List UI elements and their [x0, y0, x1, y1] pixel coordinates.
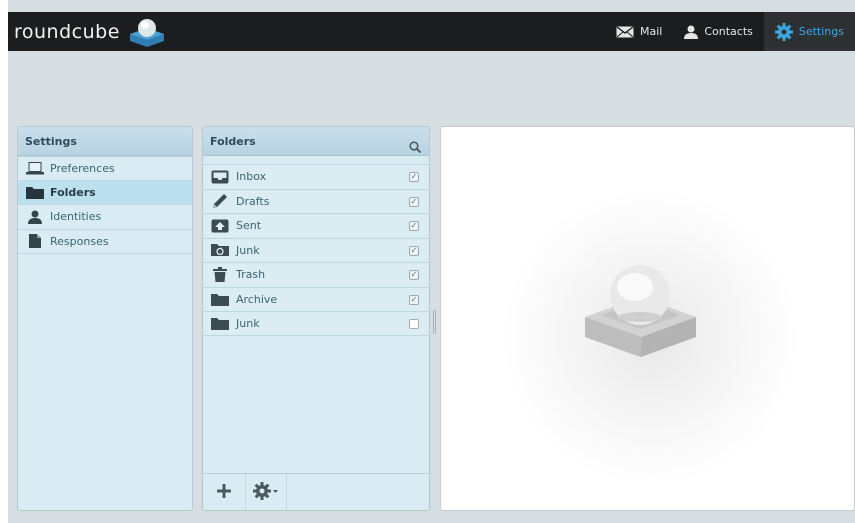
folder-label: Archive	[236, 292, 278, 306]
task-settings[interactable]: Settings	[763, 12, 855, 51]
task-mail[interactable]: Mail	[605, 12, 673, 51]
sent-icon	[211, 219, 229, 233]
folder-label: Drafts	[236, 194, 270, 208]
settings-list: Preferences Folders Identities Responses	[18, 156, 192, 254]
plus-icon	[217, 483, 231, 501]
document-icon	[26, 234, 44, 249]
folder-label: Inbox	[236, 170, 267, 184]
top-bar: roundcube Mail Contacts Settings	[8, 12, 855, 51]
folder-row-junk-2[interactable]: Junk	[203, 311, 429, 336]
search-icon[interactable]	[409, 135, 422, 154]
folder-row-sent[interactable]: Sent ✓	[203, 213, 429, 238]
laptop-icon	[26, 161, 44, 175]
task-settings-label: Settings	[798, 25, 844, 38]
person-icon	[684, 25, 699, 39]
sidebar-item-folders[interactable]: Folders	[18, 180, 192, 205]
task-mail-label: Mail	[640, 25, 663, 38]
taskbar: Mail Contacts Settings	[605, 12, 855, 51]
sidebar-item-label: Folders	[50, 185, 96, 199]
roundcube-watermark-icon	[583, 257, 698, 375]
settings-sidebar: Settings Preferences Folders Identities	[17, 126, 193, 511]
sidebar-item-responses[interactable]: Responses	[18, 230, 192, 254]
junk-icon	[211, 243, 229, 257]
add-folder-button[interactable]	[203, 474, 245, 511]
left-gutter	[0, 0, 8, 523]
folder-label: Junk	[236, 316, 260, 330]
subscribe-checkbox[interactable]: ✓	[409, 196, 419, 207]
folder-icon	[211, 316, 229, 330]
sidebar-item-label: Preferences	[50, 161, 115, 175]
sidebar-item-label: Identities	[50, 210, 102, 224]
folder-icon	[211, 292, 229, 306]
envelope-icon	[616, 25, 634, 38]
gear-menu-icon	[253, 481, 279, 503]
subscribe-checkbox[interactable]: ✓	[409, 270, 419, 280]
sidebar-item-label: Responses	[50, 234, 109, 248]
folder-row-inbox[interactable]: Inbox ✓	[203, 164, 429, 189]
folder-label: Trash	[236, 268, 266, 282]
settings-header: Settings	[18, 127, 192, 156]
pencil-icon	[211, 194, 229, 209]
folder-row-junk[interactable]: Junk ✓	[203, 237, 429, 263]
folder-label: Sent	[236, 219, 262, 233]
page: roundcube Mail Contacts Settings Setting…	[0, 0, 855, 523]
folders-title: Folders	[210, 135, 256, 148]
task-contacts[interactable]: Contacts	[673, 12, 764, 51]
subscribe-checkbox[interactable]	[409, 319, 419, 329]
folder-row-trash[interactable]: Trash ✓	[203, 262, 429, 287]
folders-header: Folders	[203, 127, 429, 156]
folder-icon	[26, 185, 44, 199]
subscribe-checkbox[interactable]: ✓	[409, 294, 419, 305]
logo[interactable]: roundcube	[14, 17, 168, 47]
sidebar-item-preferences[interactable]: Preferences	[18, 156, 192, 181]
folder-actions-button[interactable]	[245, 473, 287, 510]
content-frame	[440, 126, 855, 511]
folder-label: Junk	[236, 243, 260, 257]
person-icon	[26, 210, 44, 224]
subscribe-checkbox[interactable]: ✓	[409, 221, 419, 231]
roundcube-logo-icon	[126, 17, 168, 47]
inbox-icon	[211, 170, 229, 184]
folder-row-drafts[interactable]: Drafts ✓	[203, 188, 429, 214]
subscribe-checkbox[interactable]: ✓	[409, 172, 419, 182]
trash-icon	[211, 267, 229, 283]
logo-text: roundcube	[14, 21, 120, 43]
folder-row-archive[interactable]: Archive ✓	[203, 286, 429, 312]
folders-panel: Folders Inbox ✓ Drafts ✓ Sent ✓ Junk ✓ T…	[202, 126, 430, 511]
subscribe-checkbox[interactable]: ✓	[409, 245, 419, 256]
folders-footer	[203, 473, 429, 510]
task-contacts-label: Contacts	[704, 25, 753, 38]
folder-list: Inbox ✓ Drafts ✓ Sent ✓ Junk ✓ Trash ✓ A…	[203, 164, 429, 336]
gear-icon	[774, 22, 793, 41]
sidebar-item-identities[interactable]: Identities	[18, 205, 192, 230]
panel-splitter[interactable]	[433, 310, 436, 334]
